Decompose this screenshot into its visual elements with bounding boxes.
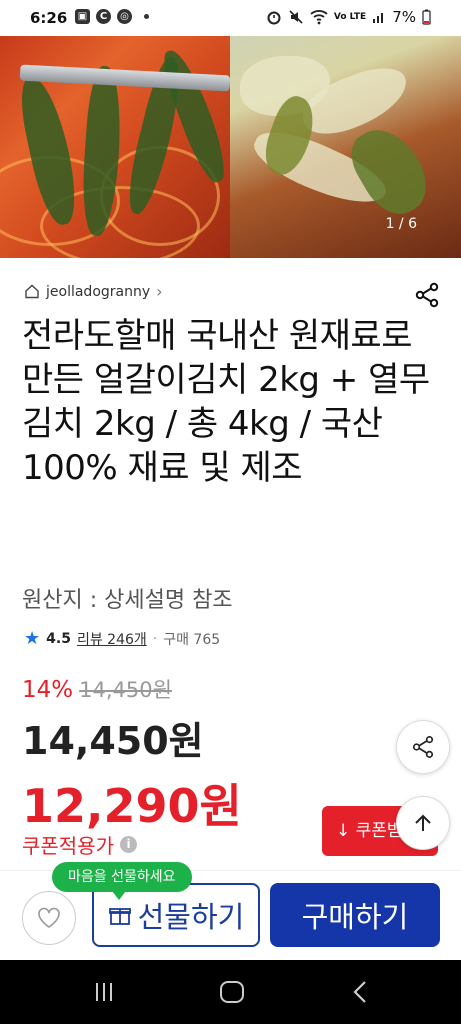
purchase-count: 구매 765	[163, 631, 221, 648]
battery-icon	[422, 9, 431, 25]
seller-name: jeolladogranny	[46, 283, 151, 300]
discount-rate: 14%	[22, 677, 74, 703]
mute-icon	[289, 10, 303, 24]
status-left-icons: ▣ C ◎	[75, 9, 149, 24]
share-icon[interactable]	[414, 282, 440, 308]
chevron-right-icon: ›	[156, 282, 163, 301]
gift-icon	[108, 908, 131, 925]
discount-row: 14% 14,450원	[22, 674, 172, 704]
notification-dot-icon	[144, 14, 149, 19]
separator: ·	[152, 630, 158, 647]
battery-percent: 7%	[392, 8, 416, 26]
target-icon: ◎	[117, 9, 132, 24]
arrow-up-icon	[415, 814, 431, 831]
alarm-icon	[267, 11, 281, 25]
chopstick-graphic	[19, 64, 231, 92]
original-price: 14,450원	[79, 678, 172, 702]
review-count-link[interactable]: 리뷰 246개	[77, 629, 147, 649]
scroll-top-button[interactable]	[396, 796, 450, 850]
coupon-applied-row: 쿠폰적용가 i	[22, 830, 137, 859]
rating-score: 4.5	[46, 630, 71, 647]
product-title: 전라도할매 국내산 원재료로 만든 얼갈이김치 2kg + 열무김치 2kg /…	[22, 316, 430, 488]
floating-share-button[interactable]	[396, 720, 450, 774]
product-image-kimchi-bowl	[230, 36, 461, 258]
c-icon: C	[96, 9, 111, 24]
info-icon[interactable]: i	[120, 836, 137, 853]
signal-icon	[373, 13, 384, 23]
image-icon: ▣	[75, 9, 90, 24]
volte-icon: Vo LTE	[333, 12, 367, 22]
heart-icon	[38, 907, 60, 928]
buy-button[interactable]: 구매하기	[270, 883, 440, 947]
origin-info: 원산지 : 상세설명 참조	[22, 588, 233, 613]
buy-button-label: 구매하기	[301, 900, 409, 934]
status-time: 6:26	[30, 9, 68, 27]
status-bar: 6:26 ▣ C ◎ Vo LTE 7%	[0, 0, 461, 36]
product-image-carousel[interactable]: 1 / 6	[0, 36, 461, 258]
wifi-icon	[310, 10, 328, 25]
product-image-noodles-kimchi	[0, 36, 234, 258]
share-icon	[412, 736, 434, 758]
gift-button-label: 선물하기	[137, 900, 245, 934]
status-right-icons: Vo LTE 7%	[266, 8, 431, 26]
gift-tooltip: 마음을 선물하세요	[52, 862, 192, 900]
rating-row: ★ 4.5 리뷰 246개 · 구매 765	[24, 628, 220, 649]
image-counter: 1 / 6	[385, 216, 417, 232]
coupon-price: 12,290원	[22, 779, 242, 833]
wishlist-button[interactable]	[22, 891, 76, 945]
system-nav-bar	[0, 960, 461, 1024]
home-button-icon[interactable]	[219, 980, 245, 1004]
back-icon[interactable]	[352, 980, 368, 1004]
recent-apps-icon[interactable]	[92, 980, 116, 1004]
home-icon	[25, 284, 39, 299]
sale-price: 14,450원	[22, 719, 204, 763]
star-icon: ★	[24, 628, 41, 649]
seller-link[interactable]: jeolladogranny ›	[24, 282, 163, 301]
coupon-applied-label: 쿠폰적용가	[22, 834, 114, 858]
